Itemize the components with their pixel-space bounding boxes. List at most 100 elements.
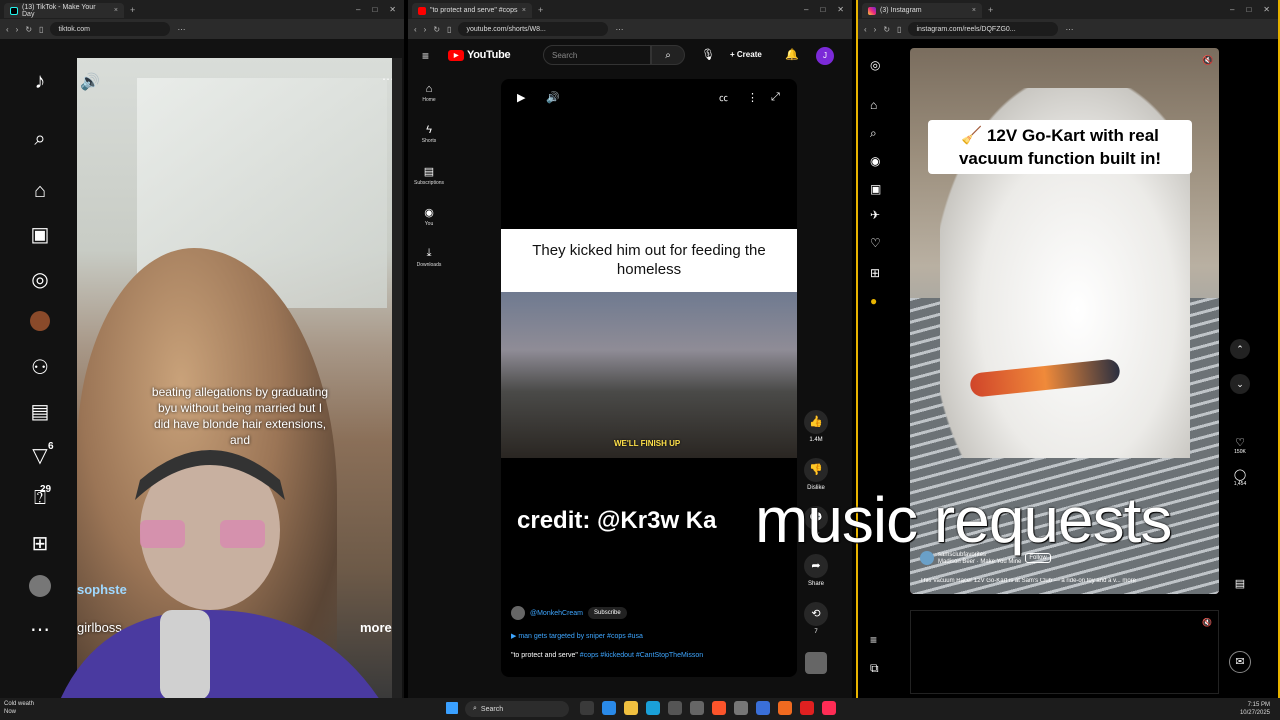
back-icon[interactable]: ‹ [864,25,867,34]
maximize-icon[interactable]: □ [372,5,377,14]
reload-icon[interactable]: ↻ [433,25,440,34]
forward-icon[interactable]: › [874,25,877,34]
captions-icon[interactable]: ㏄ [719,91,728,104]
music-credit[interactable]: Madison Beer · Make You Mine [938,559,1021,565]
edge-icon[interactable] [646,701,660,715]
back-icon[interactable]: ‹ [6,25,9,34]
steam-icon[interactable] [756,701,770,715]
sidebar-item-you[interactable]: ◉ You [408,206,450,227]
maximize-icon[interactable]: □ [1246,5,1251,14]
volume-icon[interactable]: 🔊 [80,72,100,92]
subscribe-button[interactable]: Subscribe [588,607,627,619]
messages-icon[interactable]: ✈ [870,208,880,222]
more-options-icon[interactable]: ⋮ [747,91,758,104]
close-window-icon[interactable]: ✕ [389,5,396,14]
fullscreen-icon[interactable]: ⤢ [771,91,780,104]
close-tab-icon[interactable]: × [522,7,526,14]
instagram-logo-icon[interactable]: ◎ [870,58,880,72]
scrollbar[interactable] [392,58,402,698]
profile-icon[interactable]: ● [870,294,877,308]
shorts-player[interactable]: ▶ 🔊 ㏄ ⋮ ⤢ They kicked him out for feedin… [501,79,797,677]
tiktok-app-icon[interactable] [822,701,836,715]
firefox-icon[interactable] [778,701,792,715]
close-window-icon[interactable]: ✕ [837,5,844,14]
bookmark-icon[interactable]: ▯ [897,25,901,34]
tiktok-logo-icon[interactable]: ♪ [28,68,52,93]
minimize-icon[interactable]: – [356,5,360,14]
home-icon[interactable]: ⌂ [28,179,52,203]
sidebar-item-home[interactable]: ⌂ Home [408,83,450,103]
create-button[interactable]: + Create [730,50,762,59]
menu-icon[interactable]: ≡ [422,49,429,63]
reel-description[interactable]: This Vacuum Racer 12V Go-Kart is at Sam'… [920,578,1210,584]
sidebar-item-downloads[interactable]: ⤓ Downloads [408,247,450,268]
minimize-icon[interactable]: – [804,5,808,14]
search-icon[interactable]: ⌕ [870,126,877,141]
audio-action[interactable]: ▤ [1230,577,1250,590]
apps-icon[interactable]: ⧉ [870,661,879,676]
notifications-icon[interactable]: 🔔 [785,48,799,61]
forward-icon[interactable]: › [424,25,427,34]
start-button-icon[interactable] [446,702,458,714]
instagram-url-field[interactable]: instagram.com/reels/DQFZG0... [908,22,1059,36]
maximize-icon[interactable]: □ [820,5,825,14]
live-icon[interactable]: ▤ [28,399,52,423]
tiktok-tab[interactable]: (13) TikTok - Make Your Day × [4,3,124,18]
calculator-icon[interactable] [668,701,682,715]
create-icon[interactable]: ⊞ [870,266,880,280]
new-tab-icon[interactable]: + [130,5,135,15]
mute-icon[interactable]: 🔇 [1202,55,1213,66]
close-tab-icon[interactable]: × [114,7,118,14]
song-row[interactable]: ▶ man gets targeted by sniper #cops #usa [511,632,643,640]
like-action[interactable]: ♡ 150K [1230,436,1250,455]
comment-action[interactable]: ◯ 1,454 [1230,468,1250,487]
brave-browser-icon[interactable] [712,701,726,715]
following-icon[interactable]: ⚇ [28,355,52,379]
reload-icon[interactable]: ↻ [883,25,890,34]
channel-avatar[interactable] [511,606,525,620]
play-icon[interactable]: ▶ [517,91,525,104]
instagram-tab[interactable]: (3) Instagram × [862,3,982,18]
remix-button[interactable]: ⟲ 7 [803,602,829,635]
more-menu-icon[interactable]: ≡ [870,633,877,647]
extensions-icon[interactable]: ⋯ [1065,25,1073,34]
mute-icon[interactable]: 🔇 [1202,618,1212,627]
app-icon[interactable] [734,701,748,715]
more-icon[interactable]: ⋯ [28,617,52,641]
weather-widget[interactable]: Cold weath Now [4,700,34,716]
youtube-tab[interactable]: "to protect and serve" #cops × [412,3,532,18]
next-reel-preview[interactable] [910,610,1219,694]
search-icon[interactable]: ⌕ [28,127,52,151]
minimize-icon[interactable]: – [1230,5,1234,14]
sound-thumbnail[interactable] [805,652,827,674]
extensions-icon[interactable]: ⋯ [615,25,623,34]
file-explorer-icon[interactable] [624,701,638,715]
shop-icon[interactable]: ▣ [28,222,52,246]
bookmark-icon[interactable]: ▯ [39,25,43,34]
next-reel-button[interactable]: ⌄ [1230,374,1250,394]
reels-icon[interactable]: ▣ [870,182,881,196]
home-icon[interactable]: ⌂ [870,98,877,112]
youtube-url-field[interactable]: youtube.com/shorts/W8... [458,22,609,36]
reload-icon[interactable]: ↻ [25,25,32,34]
account-avatar[interactable] [29,575,51,597]
tiktok-url-field[interactable]: tiktok.com [50,22,171,36]
youtube-app-icon[interactable] [800,701,814,715]
channel-name[interactable]: @MonkehCream [530,610,583,617]
close-tab-icon[interactable]: × [972,7,976,14]
sidebar-item-subscriptions[interactable]: ▤ Subscriptions [408,165,450,186]
microphone-icon[interactable]: 🎙 [701,48,715,61]
close-window-icon[interactable]: ✕ [1263,5,1270,14]
forward-icon[interactable]: › [16,25,19,34]
search-button[interactable]: ⌕ [651,45,685,65]
explore-icon[interactable]: ◉ [870,154,880,168]
sidebar-item-shorts[interactable]: ϟ Shorts [408,124,450,144]
taskbar-search[interactable]: ⌕ Search [465,701,569,717]
copilot-icon[interactable] [602,701,616,715]
task-view-icon[interactable] [580,701,594,715]
title-hashtags[interactable]: #cops #kickedout #CantStopTheMisson [580,652,703,659]
system-clock[interactable]: 7:15 PM 10/27/2025 [1240,701,1270,717]
account-avatar[interactable]: J [816,47,834,65]
volume-icon[interactable]: 🔊 [546,91,560,104]
back-icon[interactable]: ‹ [414,25,417,34]
